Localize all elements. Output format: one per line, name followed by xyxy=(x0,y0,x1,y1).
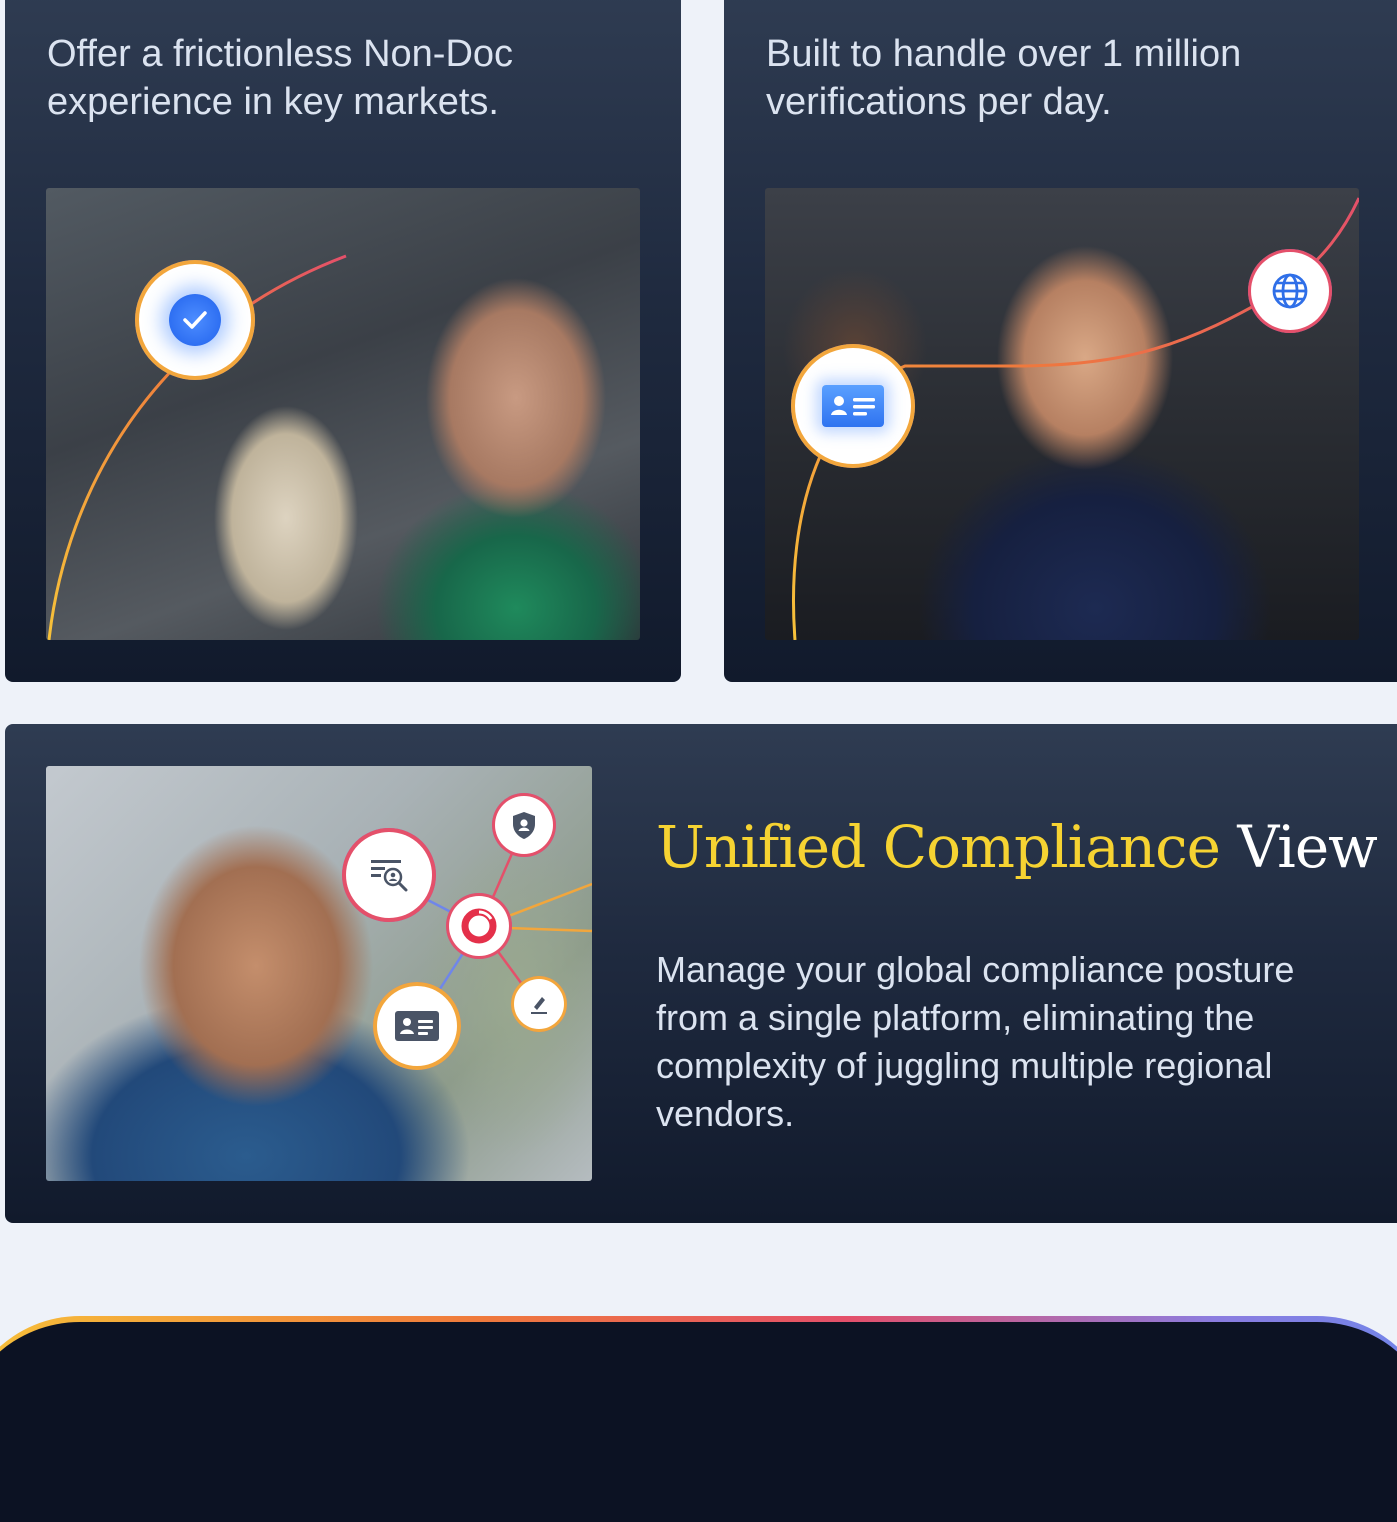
verified-badge xyxy=(139,264,251,376)
feature-card-non-doc: Offer a frictionless Non-Doc experience … xyxy=(5,0,681,682)
globe-icon xyxy=(1272,273,1308,309)
globe-badge xyxy=(1251,252,1329,330)
photo-man-with-phone xyxy=(46,188,640,640)
heading-highlight: Unified Compliance xyxy=(656,813,1221,881)
document-search-icon xyxy=(371,860,408,892)
id-card-icon xyxy=(395,1011,439,1041)
section-heading: Unified Compliance View xyxy=(656,813,1378,881)
check-icon xyxy=(169,294,221,346)
hub-logo-icon xyxy=(461,908,497,944)
id-card-badge-small xyxy=(377,986,457,1066)
shield-user-icon xyxy=(513,812,535,839)
connector-lines xyxy=(47,254,347,640)
next-section-panel xyxy=(0,1318,1397,1522)
signature-icon xyxy=(531,997,547,1014)
section-body-text: Manage your global compliance posture fr… xyxy=(656,949,1295,1134)
signature-badge xyxy=(514,979,564,1029)
heading-rest: View xyxy=(1219,813,1377,881)
feature-card-compliance: Unified Compliance View Manage your glob… xyxy=(5,724,1397,1223)
hub-badge xyxy=(449,896,509,956)
shield-badge xyxy=(495,796,553,854)
id-card-icon xyxy=(822,385,884,427)
feature-card-scale: Built to handle over 1 million verificat… xyxy=(724,0,1397,682)
document-search-badge xyxy=(346,832,432,918)
id-card-badge xyxy=(795,348,911,464)
card-text-non-doc: Offer a frictionless Non-Doc experience … xyxy=(47,33,514,123)
card-text-scale: Built to handle over 1 million verificat… xyxy=(766,33,1242,123)
